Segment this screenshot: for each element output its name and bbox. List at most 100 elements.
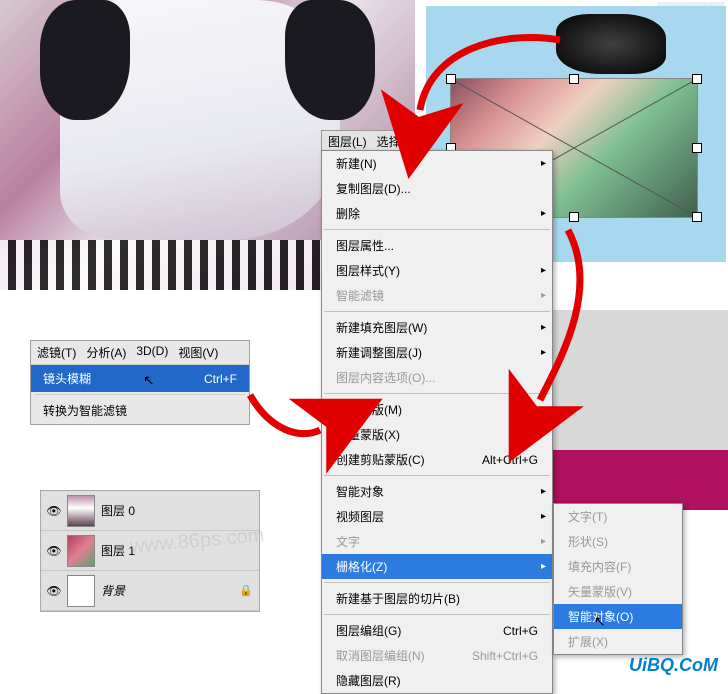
submenu-item-shape: 形状(S)	[554, 529, 682, 554]
menu-item-new[interactable]: 新建(N)	[322, 151, 552, 176]
menu-item-layer-mask[interactable]: 图层蒙版(M)	[322, 397, 552, 422]
layer-row-background[interactable]: 👁 背景 🔒	[41, 571, 259, 611]
menu-item-label: 智能对象	[336, 483, 384, 500]
menu-item-ungroup-layers: 取消图层编组(N) Shift+Ctrl+G	[322, 643, 552, 668]
menu-item-layer-style[interactable]: 图层样式(Y)	[322, 258, 552, 283]
menu-item-shortcut: Alt+Ctrl+G	[482, 453, 538, 467]
submenu-item-fill-content: 填充内容(F)	[554, 554, 682, 579]
menu-item-label: 矢量蒙版(V)	[568, 583, 632, 600]
menu-item-label: 智能对象(O)	[568, 608, 633, 625]
submenu-item-type: 文字(T)	[554, 504, 682, 529]
menu-item-duplicate-layer[interactable]: 复制图层(D)...	[322, 176, 552, 201]
visibility-eye-icon[interactable]: 👁	[47, 544, 61, 558]
transform-handle[interactable]	[692, 143, 702, 153]
layer-name[interactable]: 背景	[101, 582, 233, 599]
photo-detail	[556, 14, 666, 74]
submenu-item-smart-object[interactable]: 智能对象(O)	[554, 604, 682, 629]
transform-handle[interactable]	[569, 74, 579, 84]
menu-item-shortcut: Ctrl+G	[503, 624, 538, 638]
menu-item-label: 图层属性...	[336, 237, 394, 254]
transform-handle[interactable]	[692, 212, 702, 222]
menu-item-label: 镜头模糊	[43, 370, 91, 387]
menu-item-label: 新建填充图层(W)	[336, 319, 427, 336]
menu-item-label: 视频图层	[336, 508, 384, 525]
filter-menubar: 滤镜(T) 分析(A) 3D(D) 视图(V) 镜头模糊 Ctrl+F 转换为智…	[30, 340, 250, 425]
menu-item-smart-objects[interactable]: 智能对象	[322, 479, 552, 504]
menu-item-rasterize[interactable]: 栅格化(Z)	[322, 554, 552, 579]
menu-item-label: 形状(S)	[568, 533, 608, 550]
menu-item-label: 新建调整图层(J)	[336, 344, 422, 361]
menu-filter[interactable]: 滤镜(T)	[37, 344, 76, 361]
menu-select[interactable]: 选择	[377, 133, 401, 150]
menu-item-label: 新建(N)	[336, 155, 377, 172]
menu-item-label: 图层编组(G)	[336, 622, 401, 639]
menu-item-label: 智能滤镜	[336, 287, 384, 304]
lock-icon[interactable]: 🔒	[239, 584, 253, 597]
menu-item-label: 删除	[336, 205, 360, 222]
menu-item-new-fill-layer[interactable]: 新建填充图层(W)	[322, 315, 552, 340]
layer-row[interactable]: 👁 图层 1	[41, 531, 259, 571]
menu-item-layer-properties[interactable]: 图层属性...	[322, 233, 552, 258]
menu-item-last-filter[interactable]: 镜头模糊 Ctrl+F	[31, 365, 249, 392]
menu-3d[interactable]: 3D(D)	[136, 344, 168, 361]
menu-item-convert-smart-filter[interactable]: 转换为智能滤镜	[31, 397, 249, 424]
menu-item-new-adjustment-layer[interactable]: 新建调整图层(J)	[322, 340, 552, 365]
submenu-item-vector-mask: 矢量蒙版(V)	[554, 579, 682, 604]
menu-item-label: 矢量蒙版(X)	[336, 426, 400, 443]
layer-name[interactable]: 图层 0	[101, 502, 253, 519]
visibility-eye-icon[interactable]: 👁	[47, 504, 61, 518]
menu-separator	[324, 311, 550, 312]
menu-separator	[35, 394, 245, 395]
layers-panel: 👁 图层 0 👁 图层 1 👁 背景 🔒	[40, 490, 260, 612]
layer-row[interactable]: 👁 图层 0	[41, 491, 259, 531]
submenu-item-other: 扩展(X)	[554, 629, 682, 654]
menu-separator	[324, 582, 550, 583]
menubar-row: 滤镜(T) 分析(A) 3D(D) 视图(V)	[31, 341, 249, 365]
menu-item-new-layer-based-slice[interactable]: 新建基于图层的切片(B)	[322, 586, 552, 611]
rasterize-submenu: 文字(T) 形状(S) 填充内容(F) 矢量蒙版(V) 智能对象(O) 扩展(X…	[553, 503, 683, 655]
menu-item-layer-content-options: 图层内容选项(O)...	[322, 365, 552, 390]
menu-separator	[324, 393, 550, 394]
transform-handle[interactable]	[569, 212, 579, 222]
visibility-eye-icon[interactable]: 👁	[47, 584, 61, 598]
menu-item-video-layers[interactable]: 视频图层	[322, 504, 552, 529]
layer-name[interactable]: 图层 1	[101, 542, 253, 559]
menu-item-label: 文字(T)	[568, 508, 607, 525]
menu-item-label: 新建基于图层的切片(B)	[336, 590, 460, 607]
menu-separator	[324, 229, 550, 230]
layer-menu-dropdown: 新建(N) 复制图层(D)... 删除 图层属性... 图层样式(Y) 智能滤镜…	[321, 150, 553, 694]
transform-handle[interactable]	[692, 74, 702, 84]
menu-item-label: 图层样式(Y)	[336, 262, 400, 279]
menu-item-type: 文字	[322, 529, 552, 554]
menu-layer[interactable]: 图层(L)	[328, 133, 367, 150]
menu-item-label: 文字	[336, 533, 360, 550]
photo-detail	[40, 0, 130, 120]
menu-item-label: 扩展(X)	[568, 633, 608, 650]
watermark-bottom: UiBQ.CoM	[629, 655, 718, 676]
menu-item-delete[interactable]: 删除	[322, 201, 552, 226]
menu-item-label: 填充内容(F)	[568, 558, 631, 575]
menu-item-label: 转换为智能滤镜	[43, 402, 127, 419]
menu-item-label: 栅格化(Z)	[336, 558, 387, 575]
menu-separator	[324, 614, 550, 615]
menu-item-label: 图层内容选项(O)...	[336, 369, 435, 386]
menu-item-smart-filter: 智能滤镜	[322, 283, 552, 308]
menu-separator	[324, 475, 550, 476]
menu-item-label: 复制图层(D)...	[336, 180, 411, 197]
menu-item-hide-layers[interactable]: 隐藏图层(R)	[322, 668, 552, 693]
menu-analysis[interactable]: 分析(A)	[86, 344, 126, 361]
menu-item-vector-mask[interactable]: 矢量蒙版(X)	[322, 422, 552, 447]
menu-item-label: 图层蒙版(M)	[336, 401, 402, 418]
layer-thumbnail[interactable]	[67, 535, 95, 567]
menu-item-group-layers[interactable]: 图层编组(G) Ctrl+G	[322, 618, 552, 643]
photo-detail	[285, 0, 375, 120]
menu-view[interactable]: 视图(V)	[178, 344, 218, 361]
menu-item-label: 取消图层编组(N)	[336, 647, 425, 664]
menu-item-shortcut: Shift+Ctrl+G	[472, 649, 538, 663]
menu-item-create-clipping-mask[interactable]: 创建剪贴蒙版(C) Alt+Ctrl+G	[322, 447, 552, 472]
menu-item-shortcut: Ctrl+F	[204, 372, 237, 386]
layer-thumbnail[interactable]	[67, 495, 95, 527]
transform-handle[interactable]	[446, 74, 456, 84]
menu-item-label: 创建剪贴蒙版(C)	[336, 451, 425, 468]
layer-thumbnail[interactable]	[67, 575, 95, 607]
